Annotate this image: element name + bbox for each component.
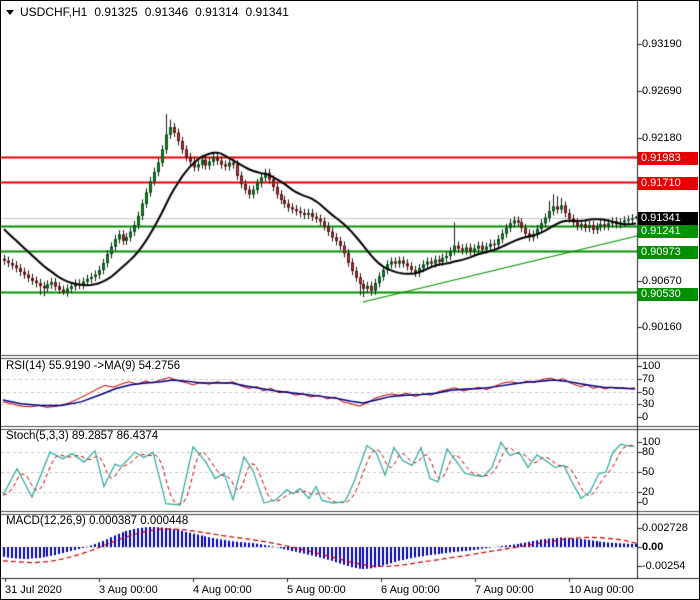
ohlc-close: 0.91341	[245, 5, 289, 19]
macd-scale-label[interactable]: 0.00	[642, 541, 663, 554]
price-badge: 0.91241	[638, 225, 698, 238]
ohlc-low: 0.91314	[195, 5, 239, 19]
price-badge: 0.90530	[638, 288, 698, 301]
date-label[interactable]: 5 Aug 00:00	[287, 584, 346, 597]
date-label[interactable]: 31 Jul 2020	[5, 584, 62, 597]
stoch-scale-label[interactable]: 50	[642, 466, 654, 479]
price-scale-label[interactable]: 0.92180	[642, 132, 682, 145]
date-label[interactable]: 4 Aug 00:00	[193, 584, 252, 597]
ohlc-open: 0.91325	[94, 5, 138, 19]
stoch-scale-label[interactable]: 80	[642, 446, 654, 459]
rsi-scale-label[interactable]: 100	[642, 360, 660, 373]
price-scale-label[interactable]: 0.92690	[642, 85, 682, 98]
macd-panel-label: MACD(12,26,9) 0.000387 0.000448	[6, 515, 189, 527]
price-scale-label[interactable]: 0.90160	[642, 321, 682, 334]
macd-scale-label[interactable]: -0.00254	[642, 560, 685, 573]
price-badge: 0.90973	[638, 246, 698, 259]
macd-scale-label[interactable]: 0.002728	[642, 522, 688, 535]
symbol-period-label: USDCHF,H1	[20, 5, 88, 19]
chart-window: USDCHF,H1 0.91325 0.91346 0.91314 0.9134…	[0, 0, 700, 600]
chart-canvas[interactable]	[1, 1, 699, 599]
stoch-panel-label: Stoch(5,3,3) 89.2857 86.4374	[6, 430, 159, 442]
date-label[interactable]: 10 Aug 00:00	[569, 584, 634, 597]
ohlc-high: 0.91346	[144, 5, 189, 19]
date-label[interactable]: 6 Aug 00:00	[381, 584, 440, 597]
rsi-panel-label: RSI(14) 55.9190 ->MA(9) 54.2756	[6, 360, 181, 372]
rsi-scale-label[interactable]: 30	[642, 398, 654, 411]
rsi-scale-label[interactable]: 0	[642, 411, 648, 424]
chart-title: USDCHF,H1 0.91325 0.91346 0.91314 0.9134…	[6, 5, 289, 19]
price-scale-label[interactable]: 0.93190	[642, 38, 682, 51]
date-label[interactable]: 3 Aug 00:00	[99, 584, 158, 597]
price-badge: 0.91710	[638, 177, 698, 190]
rsi-scale-label[interactable]: 70	[642, 373, 654, 386]
stoch-scale-label[interactable]: 0	[642, 496, 648, 509]
expand-arrow-icon[interactable]	[6, 9, 14, 15]
date-label[interactable]: 7 Aug 00:00	[475, 584, 534, 597]
price-badge: 0.91983	[638, 152, 698, 165]
price-scale-label[interactable]: 0.90670	[642, 275, 682, 288]
price-badge: 0.91341	[638, 212, 698, 225]
